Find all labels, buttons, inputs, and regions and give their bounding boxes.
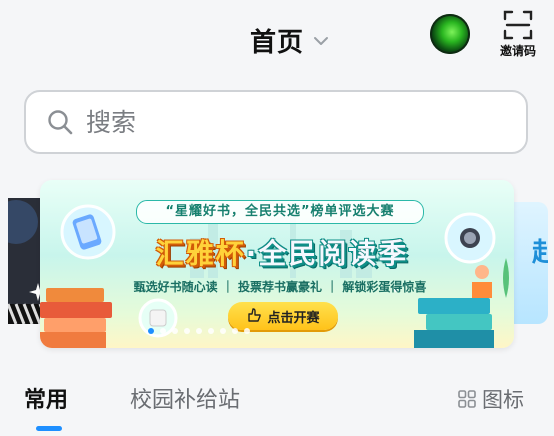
search-bar[interactable] [24,90,528,154]
invite-code-label: 邀请码 [499,44,536,58]
carousel-dot[interactable] [244,328,250,334]
carousel-dot[interactable] [220,328,226,334]
chevron-down-icon [314,36,329,45]
banner-headline-part1: 汇雅杯 [155,237,246,270]
icon-view-label: 图标 [482,388,524,412]
carousel-dot[interactable] [196,328,202,334]
start-contest-button[interactable]: 点击开赛 [228,302,338,330]
tab-frequent[interactable]: 常用 [24,382,68,414]
category-tabs: 常用 校园补给站 图标 [0,372,554,436]
promo-banner[interactable]: “星耀好书，全民共选”榜单评选大赛 汇雅杯·全民阅读季 甄选好书随心读 ｜ 投票… [40,180,514,348]
page-title-dropdown[interactable]: 首页 [250,22,330,59]
carousel-dot[interactable] [184,328,190,334]
scan-icon [503,10,533,40]
start-contest-label: 点击开赛 [267,310,320,326]
page-title: 首页 [250,28,305,58]
carousel-dot[interactable] [208,328,214,334]
search-icon [48,110,73,135]
next-card-glyph: 赴 [532,238,548,268]
banner-headline-part2: 全民阅读季 [258,237,409,270]
hand-pointer-icon [248,308,262,322]
icon-view-toggle[interactable]: 图标 [458,384,524,414]
banner-headline-separator: · [245,237,259,270]
banner-tagline: “星耀好书，全民共选”榜单评选大赛 [136,200,424,224]
invite-code-button[interactable]: 邀请码 [494,10,542,59]
carousel-dot[interactable] [148,328,154,334]
header: 首页 邀请码 [0,0,554,80]
carousel-dot[interactable] [160,328,166,334]
avatar[interactable] [430,14,470,54]
banner-subline: 甄选好书随心读 ｜ 投票荐书赢豪礼 ｜ 解锁彩蛋得惊喜 [133,280,427,294]
carousel-next-card[interactable]: 赴 [512,202,548,324]
carousel-indicator [148,328,250,334]
carousel-dot[interactable] [232,328,238,334]
active-tab-indicator [36,426,62,431]
grid-icon [458,390,476,408]
tab-campus-supply[interactable]: 校园补给站 [130,382,240,414]
banner-headline: 汇雅杯·全民阅读季 [122,232,442,272]
search-input[interactable] [84,106,488,138]
carousel-dot[interactable] [172,328,178,334]
